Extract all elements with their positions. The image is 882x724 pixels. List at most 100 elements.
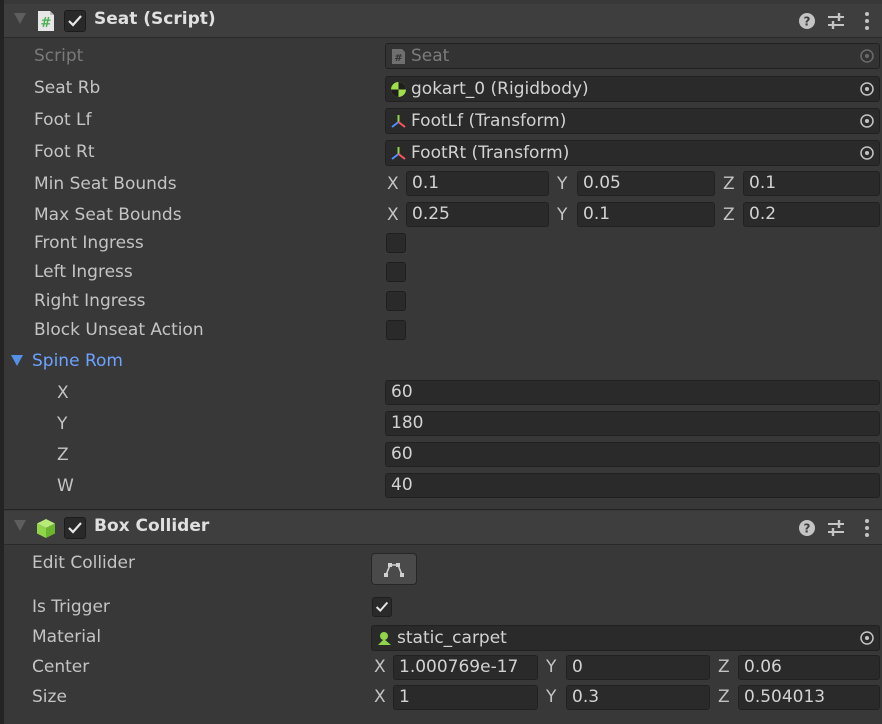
min-seat-bounds-y-axis-label[interactable]: Y <box>557 174 567 194</box>
checkmark-icon <box>68 15 82 27</box>
spine-rom-foldout-arrow-icon[interactable] <box>11 355 23 366</box>
object-picker-icon[interactable] <box>859 630 875 646</box>
script-hash-icon: # <box>38 11 54 31</box>
script-hash-icon: # <box>392 49 405 64</box>
edit-collider-icon <box>384 563 404 577</box>
min-seat-bounds-label: Min Seat Bounds <box>34 174 177 194</box>
foot-rt-object-field[interactable]: FootRt (Transform) <box>385 140 880 166</box>
transform-icon <box>391 147 406 160</box>
spine-rom-y-field[interactable]: 180 <box>385 411 880 436</box>
min-seat-bounds-z-axis-label[interactable]: Z <box>723 174 735 194</box>
size-z-field[interactable]: 0.504013 <box>738 685 880 710</box>
svg-text:?: ? <box>804 15 811 29</box>
spine-rom-w-label: W <box>57 476 74 496</box>
script-object-field: # Seat <box>385 43 880 69</box>
foot-lf-object-field[interactable]: FootLf (Transform) <box>385 108 880 134</box>
svg-text:#: # <box>41 16 52 31</box>
size-y-field[interactable]: 0.3 <box>566 685 710 710</box>
presets-sliders-icon[interactable] <box>825 517 847 539</box>
material-object-field[interactable]: static_carpet <box>371 625 880 651</box>
box-collider-title: Box Collider <box>94 516 210 536</box>
fold-arrow-icon[interactable] <box>14 13 26 24</box>
edit-collider-button[interactable] <box>371 553 417 585</box>
material-label: Material <box>32 627 102 647</box>
object-picker-icon <box>860 49 874 63</box>
min-seat-bounds-y-field[interactable]: 0.05 <box>577 171 715 196</box>
foot-lf-value: FootLf (Transform) <box>411 111 567 131</box>
size-label: Size <box>32 687 67 707</box>
min-seat-bounds-z-field[interactable]: 0.1 <box>743 171 880 196</box>
front-ingress-checkbox[interactable] <box>386 233 406 253</box>
rigidbody-icon <box>391 82 406 97</box>
box-collider-enabled-checkbox[interactable] <box>64 517 86 539</box>
center-z-axis-label[interactable]: Z <box>718 657 730 677</box>
object-picker-icon[interactable] <box>859 113 875 129</box>
spine-rom-foldout-label[interactable]: Spine Rom <box>32 351 123 371</box>
left-ingress-label: Left Ingress <box>34 262 133 282</box>
spine-rom-y-label: Y <box>57 414 68 434</box>
svg-text:#: # <box>394 53 402 64</box>
transform-icon <box>391 115 406 128</box>
min-seat-bounds-x-axis-label[interactable]: X <box>387 174 399 194</box>
spine-rom-x-field[interactable]: 60 <box>385 380 880 405</box>
spine-rom-x-label: X <box>57 383 69 403</box>
right-ingress-label: Right Ingress <box>34 291 146 311</box>
spine-rom-z-field[interactable]: 60 <box>385 442 880 467</box>
script-label: Script <box>34 46 84 66</box>
center-x-field[interactable]: 1.000769e-17 <box>393 655 538 680</box>
material-value: static_carpet <box>397 628 507 648</box>
left-ingress-checkbox[interactable] <box>386 262 406 282</box>
physic-material-icon <box>378 632 391 645</box>
is-trigger-checkbox[interactable] <box>372 597 392 617</box>
size-x-axis-label[interactable]: X <box>374 687 386 707</box>
spine-rom-w-field[interactable]: 40 <box>385 473 880 498</box>
presets-sliders-icon[interactable] <box>825 10 847 32</box>
fold-arrow-icon[interactable] <box>14 520 26 531</box>
seat-component-header[interactable]: # Seat (Script) ? <box>4 4 882 38</box>
front-ingress-label: Front Ingress <box>34 233 144 253</box>
center-y-field[interactable]: 0 <box>566 655 710 680</box>
foot-rt-label: Foot Rt <box>34 142 95 162</box>
box-collider-header[interactable]: Box Collider ? <box>4 511 882 545</box>
center-z-field[interactable]: 0.06 <box>738 655 880 680</box>
max-seat-bounds-z-field[interactable]: 0.2 <box>743 202 880 227</box>
box-collider-cube-icon <box>37 519 55 538</box>
size-y-axis-label[interactable]: Y <box>546 687 556 707</box>
foot-lf-label: Foot Lf <box>34 110 92 130</box>
max-seat-bounds-label: Max Seat Bounds <box>34 205 182 225</box>
script-value: Seat <box>411 46 450 66</box>
size-x-field[interactable]: 1 <box>393 685 538 710</box>
max-seat-bounds-x-axis-label[interactable]: X <box>387 205 399 225</box>
max-seat-bounds-y-field[interactable]: 0.1 <box>577 202 715 227</box>
seat-enabled-checkbox[interactable] <box>64 10 86 32</box>
more-vertical-icon[interactable] <box>856 517 878 539</box>
right-ingress-checkbox[interactable] <box>386 291 406 311</box>
inspector-left-border <box>0 0 4 724</box>
max-seat-bounds-z-axis-label[interactable]: Z <box>723 205 735 225</box>
component-divider <box>4 509 882 510</box>
block-unseat-action-label: Block Unseat Action <box>34 320 204 340</box>
edit-collider-label: Edit Collider <box>32 553 136 573</box>
object-picker-icon[interactable] <box>859 81 875 97</box>
max-seat-bounds-x-field[interactable]: 0.25 <box>406 202 549 227</box>
center-label: Center <box>32 657 90 677</box>
seat-rb-value: gokart_0 (Rigidbody) <box>411 79 589 99</box>
help-icon[interactable]: ? <box>796 10 818 32</box>
svg-text:?: ? <box>804 522 811 536</box>
center-x-axis-label[interactable]: X <box>374 657 386 677</box>
more-vertical-icon[interactable] <box>856 10 878 32</box>
checkmark-icon <box>68 522 82 534</box>
is-trigger-label: Is Trigger <box>32 597 110 617</box>
min-seat-bounds-x-field[interactable]: 0.1 <box>406 171 549 196</box>
size-z-axis-label[interactable]: Z <box>718 687 730 707</box>
foot-rt-value: FootRt (Transform) <box>411 143 570 163</box>
center-y-axis-label[interactable]: Y <box>546 657 556 677</box>
seat-rb-label: Seat Rb <box>34 78 101 98</box>
max-seat-bounds-y-axis-label[interactable]: Y <box>557 205 567 225</box>
seat-component-title: Seat (Script) <box>94 9 216 29</box>
block-unseat-action-checkbox[interactable] <box>386 320 406 340</box>
seat-rb-object-field[interactable]: gokart_0 (Rigidbody) <box>385 76 880 102</box>
object-picker-icon[interactable] <box>859 145 875 161</box>
help-icon[interactable]: ? <box>796 517 818 539</box>
checkmark-icon <box>375 601 389 613</box>
